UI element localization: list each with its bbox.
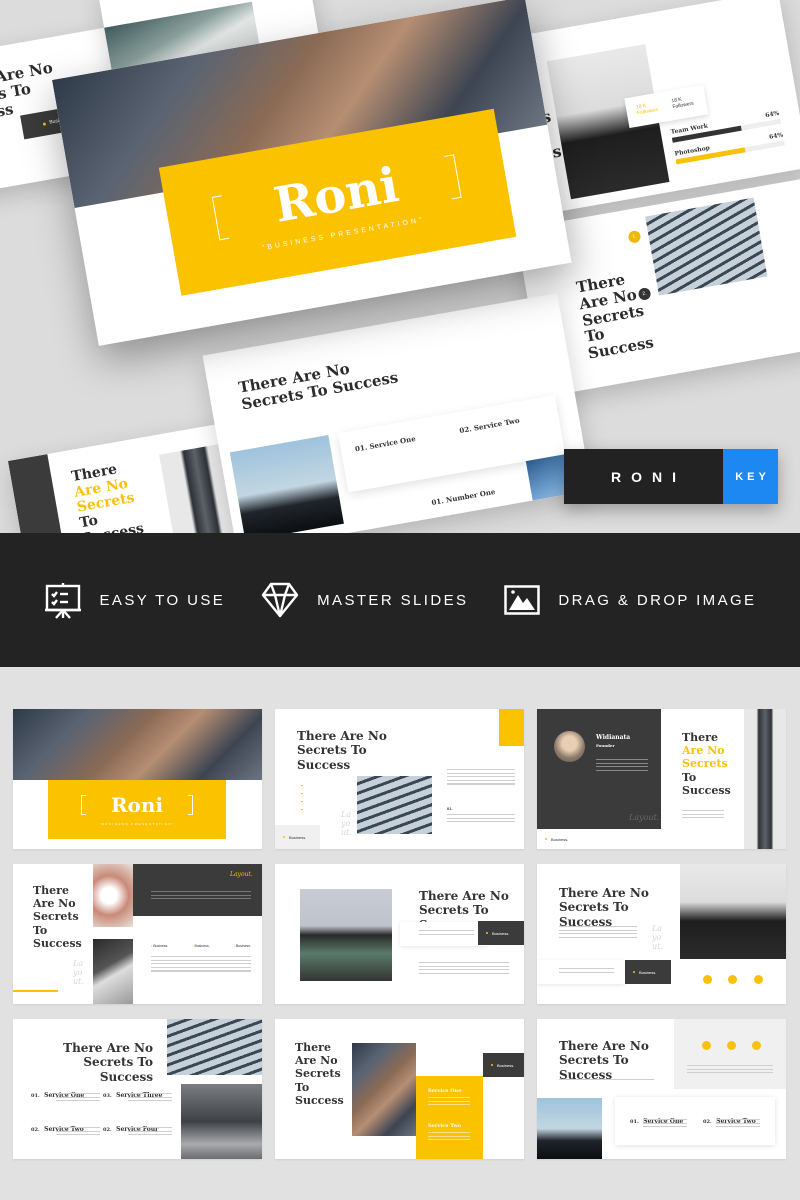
photo-office <box>93 864 133 927</box>
service-title: Service One <box>428 1088 462 1094</box>
feature-bar: EASY TO USE MASTER SLIDES DRAG & DROP IM… <box>0 533 800 667</box>
photo-meeting-table <box>13 709 262 780</box>
number-one-label: 01. Number One <box>430 486 497 508</box>
slide-heading: There Are No Secrets To Success <box>559 886 649 929</box>
thumbnail-man-wall[interactable]: There Are No Secrets To Success La yo ut… <box>537 864 786 1004</box>
slide-tag: Business. <box>275 825 320 849</box>
slide-tag: Business. <box>625 960 671 984</box>
thumbnail-founder[interactable]: Widianata Founder Layout. There Are No S… <box>537 709 786 849</box>
photo-tower <box>744 709 786 849</box>
feature-drag-drop-image: DRAG & DROP IMAGE <box>504 585 756 615</box>
thumbnail-yellow-services[interactable]: There Are No Secrets To Success Service … <box>275 1019 524 1159</box>
thumbnail-two-services[interactable]: There Are No Secrets To Success 01. Serv… <box>537 1019 786 1159</box>
thumbnail-cover[interactable]: Roni "BUSINESS PRESENTATION" <box>13 709 262 849</box>
slide-tag: Business. <box>478 921 524 945</box>
photo-building <box>357 776 432 834</box>
slide-tag: Business. <box>483 1053 524 1077</box>
photo-team-meeting <box>300 889 392 981</box>
feature-master-slides: MASTER SLIDES <box>261 582 468 618</box>
number-circle-2 <box>728 975 737 984</box>
number-circle-3 <box>754 975 763 984</box>
thumbnail-heading-building[interactable]: There Are No Secrets To Success La yo ut… <box>275 709 524 849</box>
bracket-right <box>443 153 462 199</box>
photo-meeting-table <box>352 1043 416 1136</box>
slide-heading-stack: There Are No Secrets To Success <box>682 731 731 797</box>
layout-ghost-text: Layout. <box>629 813 660 822</box>
founder-name: Widianata <box>596 734 631 741</box>
diamond-icon <box>261 582 299 618</box>
grey-panel <box>674 1019 786 1089</box>
photo-building <box>167 1019 262 1075</box>
avatar <box>554 731 585 762</box>
format-badge: KEY <box>723 449 778 504</box>
slide-heading-stack: There Are No Secrets To Success <box>33 884 82 950</box>
photo-man-at-wall <box>680 864 786 959</box>
slide-tag: Business. <box>537 829 597 849</box>
slide-heading: There Are No Secrets To Success <box>559 1039 649 1082</box>
feature-easy-to-use: EASY TO USE <box>44 581 226 619</box>
layout-ghost-top: Layout. <box>230 871 253 878</box>
slide-heading-stack: There Are No Secrets To Success <box>295 1041 344 1107</box>
tag-business-1: • Business. <box>151 944 169 948</box>
services-card: 01. Service One 02. Service Two <box>615 1097 775 1145</box>
number-circle-1 <box>703 975 712 984</box>
bracket-left <box>212 194 230 240</box>
slide-heading: There Are No Secrets To Success <box>63 1041 153 1084</box>
layout-ghost-text: La yo ut. <box>341 810 352 838</box>
cover-title: Roni <box>110 793 164 817</box>
photo-building <box>645 197 768 296</box>
yellow-underline <box>13 990 58 992</box>
founder-role: Founder <box>596 743 615 748</box>
sub-label: 01. <box>447 806 453 811</box>
photo-window-silhouette <box>537 1098 602 1159</box>
number-circle-1 <box>702 1041 711 1050</box>
cover-subtitle: "BUSINESS PRESENTATION" <box>99 822 175 826</box>
photo-window-silhouette <box>229 435 344 533</box>
number-circle-1: 1. <box>627 229 642 244</box>
slide-thumbnail-grid: Roni "BUSINESS PRESENTATION" There Are N… <box>13 709 787 1159</box>
photo-notebook <box>93 939 133 1004</box>
bg-slide-heading-text: There Are No Secrets To Success <box>237 359 400 414</box>
thumbnail-layout-dark[interactable]: There Are No Secrets To Success La yo ut… <box>13 864 262 1004</box>
image-icon <box>504 585 541 615</box>
layout-ghost-text: La yo ut. <box>73 959 84 987</box>
tag-business-2: • Business. <box>192 944 210 948</box>
thumbnail-team[interactable]: There Are No Secrets To Success Business… <box>275 864 524 1004</box>
feature-label: DRAG & DROP IMAGE <box>558 591 757 609</box>
brand-name: RONI <box>564 449 723 504</box>
number-circle-3 <box>752 1041 761 1050</box>
bg-slide-stack-heading: There Are No Secrets To Success <box>70 461 145 533</box>
feature-label: MASTER SLIDES <box>317 591 469 609</box>
service-title: Service Two <box>428 1123 462 1129</box>
tag-business-3: • Business. <box>233 944 251 948</box>
cover-title-box: Roni "BUSINESS PRESENTATION" <box>48 780 226 839</box>
yellow-accent-block <box>499 709 524 746</box>
slide-heading: There Are No Secrets To Success <box>297 729 387 772</box>
bg-slide-stack-heading: There Are No Secrets To Success <box>574 270 656 363</box>
thumbnail-four-services[interactable]: There Are No Secrets To Success 01. Serv… <box>13 1019 262 1159</box>
number-circle-2 <box>727 1041 736 1050</box>
hero-mockup: There Are No Secrets To Success Business… <box>0 0 800 533</box>
brand-bar: RONI KEY <box>564 449 778 504</box>
feature-label: EASY TO USE <box>99 591 226 609</box>
layout-ghost-text: La yo ut. <box>652 924 663 952</box>
photo-lobby <box>181 1084 262 1159</box>
yellow-service-panel: Service One Service Two <box>416 1076 483 1159</box>
bg-slide-services: There Are No Secrets To Success 01. Serv… <box>202 293 592 533</box>
presentation-board-icon <box>44 581 82 619</box>
cover-title: Roni <box>269 156 403 234</box>
